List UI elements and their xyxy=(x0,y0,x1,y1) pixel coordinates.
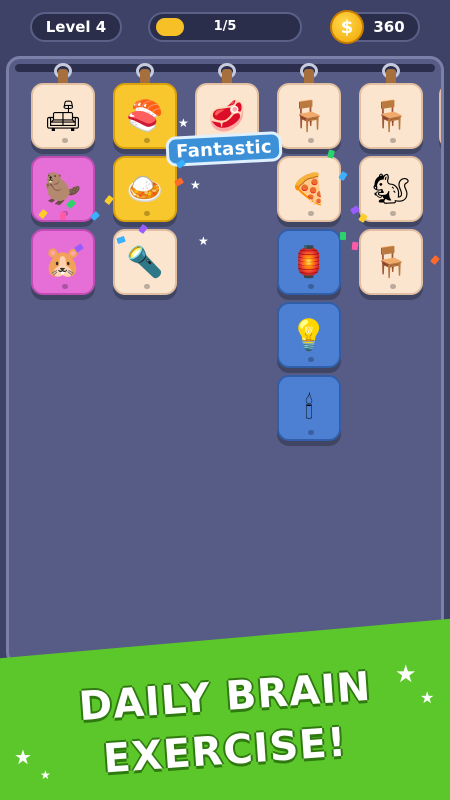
sofa-icon: 🛋 xyxy=(43,98,83,134)
tile-hook xyxy=(53,63,73,87)
lantern-icon: 🏮 xyxy=(290,244,328,280)
progress-text: 1/5 xyxy=(213,19,237,34)
level-label: Level 4 xyxy=(45,18,107,36)
lamp-icon: 💡 xyxy=(290,317,328,353)
tile[interactable]: 🪑 xyxy=(359,229,423,295)
star-icon: ★ xyxy=(420,688,435,707)
star-icon: ★ xyxy=(40,768,51,782)
level-indicator: Level 4 xyxy=(30,12,122,42)
tile[interactable]: 💡 xyxy=(277,302,341,368)
confetti-piece xyxy=(339,231,347,241)
steak-icon: 🥩 xyxy=(208,98,246,134)
tile-hook xyxy=(299,63,319,87)
tile[interactable]: 🍕 xyxy=(277,156,341,222)
sparkle-icon: ★ xyxy=(178,116,189,130)
tile[interactable]: 🪑 xyxy=(277,83,341,149)
tile[interactable]: 🕯 xyxy=(277,375,341,441)
tile[interactable]: 🍛 xyxy=(113,156,177,222)
curry-icon: 🍛 xyxy=(126,171,164,207)
level-progress: 1/5 xyxy=(148,12,302,42)
star-icon: ★ xyxy=(14,745,32,769)
chair-icon: 🪑 xyxy=(372,98,410,134)
tile-hook xyxy=(381,63,401,87)
bench-icon: 🪑 xyxy=(290,98,328,134)
flashlight-icon: 🔦 xyxy=(126,244,164,280)
sparkle-icon: ★ xyxy=(190,178,201,192)
tile[interactable]: 🛋 xyxy=(31,83,95,149)
pizza-icon: 🍕 xyxy=(290,171,328,207)
candle-icon: 🕯 xyxy=(304,390,314,426)
sushi-icon: 🍣 xyxy=(126,98,164,134)
confetti-piece xyxy=(59,211,67,221)
stool-icon: 🪑 xyxy=(372,244,410,280)
star-icon: ★ xyxy=(395,660,417,688)
tile-hook xyxy=(217,63,237,87)
progress-track: 1/5 xyxy=(156,18,294,36)
tile[interactable]: 🏮 xyxy=(277,229,341,295)
coin-amount: 360 xyxy=(373,18,405,36)
coin-icon: $ xyxy=(330,10,364,44)
tile-partial[interactable] xyxy=(439,83,441,149)
squirrel-icon: 🐿 xyxy=(371,171,411,207)
confetti-piece xyxy=(351,241,359,251)
sparkle-icon: ★ xyxy=(198,234,209,248)
tile[interactable]: 🪑 xyxy=(359,83,423,149)
tile[interactable]: 🐿 xyxy=(359,156,423,222)
tile[interactable]: 🐹 xyxy=(31,229,95,295)
coin-counter[interactable]: $ 360 xyxy=(330,10,420,44)
tile-hook xyxy=(135,63,155,87)
beaver-icon: 🦫 xyxy=(44,171,82,207)
